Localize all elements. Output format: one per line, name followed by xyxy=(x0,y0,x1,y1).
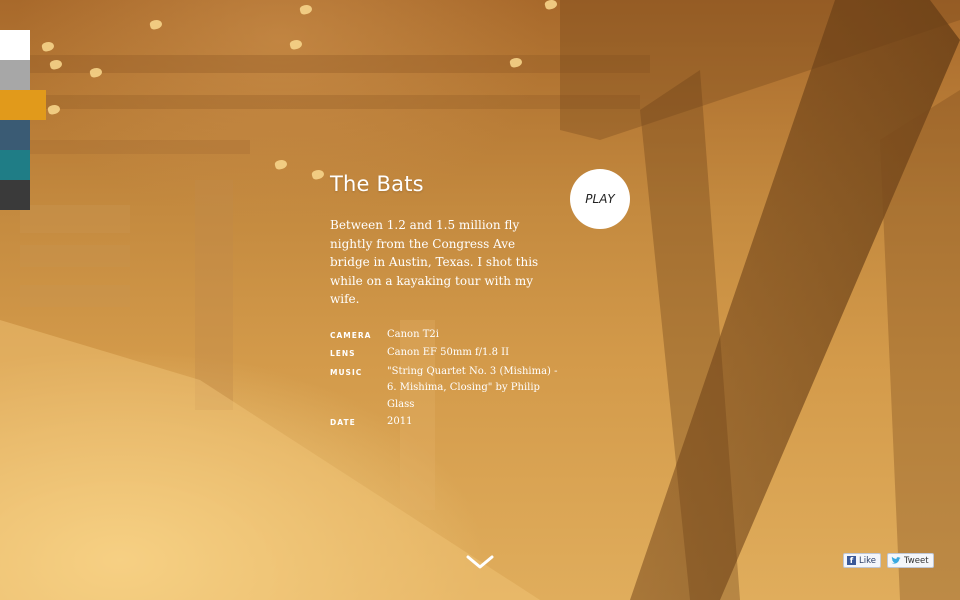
swatch-teal[interactable] xyxy=(0,150,30,180)
meta-row-lens: LENS Canon EF 50mm f/1.8 II xyxy=(330,345,570,363)
chevron-down-icon[interactable] xyxy=(465,552,495,572)
story-meta-list: CAMERA Canon T2i LENS Canon EF 50mm f/1.… xyxy=(330,327,570,432)
meta-value: Canon EF 50mm f/1.8 II xyxy=(387,347,510,358)
meta-row-date: DATE 2011 xyxy=(330,414,570,432)
meta-value: "String Quartet No. 3 (Mishima) - 6. Mis… xyxy=(387,365,558,410)
meta-row-camera: CAMERA Canon T2i xyxy=(330,327,570,345)
swatch-gray[interactable] xyxy=(0,60,30,90)
meta-key: DATE xyxy=(330,418,356,427)
meta-key: MUSIC xyxy=(330,367,363,377)
swatch-charcoal[interactable] xyxy=(0,180,30,210)
tweet-label: Tweet xyxy=(904,555,929,566)
story-description: Between 1.2 and 1.5 million fly nightly … xyxy=(330,218,539,306)
meta-key: LENS xyxy=(330,349,356,358)
story-panel: The Bats Between 1.2 and 1.5 million fly… xyxy=(330,172,560,433)
twitter-icon xyxy=(891,556,901,564)
play-button[interactable]: PLAY xyxy=(570,169,630,229)
meta-key: CAMERA xyxy=(330,330,372,340)
meta-value: 2011 xyxy=(387,416,413,427)
story-title: The Bats xyxy=(330,172,424,196)
swatch-orange[interactable] xyxy=(0,90,46,120)
facebook-like-button[interactable]: f Like xyxy=(843,553,881,568)
swatch-white[interactable] xyxy=(0,30,30,60)
meta-row-music: MUSIC "String Quartet No. 3 (Mishima) - … xyxy=(330,364,570,414)
color-swatch-nav xyxy=(0,30,46,210)
meta-value: Canon T2i xyxy=(387,328,439,340)
swatch-slate-blue[interactable] xyxy=(0,120,30,150)
tweet-button[interactable]: Tweet xyxy=(887,553,934,568)
facebook-icon: f xyxy=(847,556,856,565)
like-label: Like xyxy=(859,555,876,566)
